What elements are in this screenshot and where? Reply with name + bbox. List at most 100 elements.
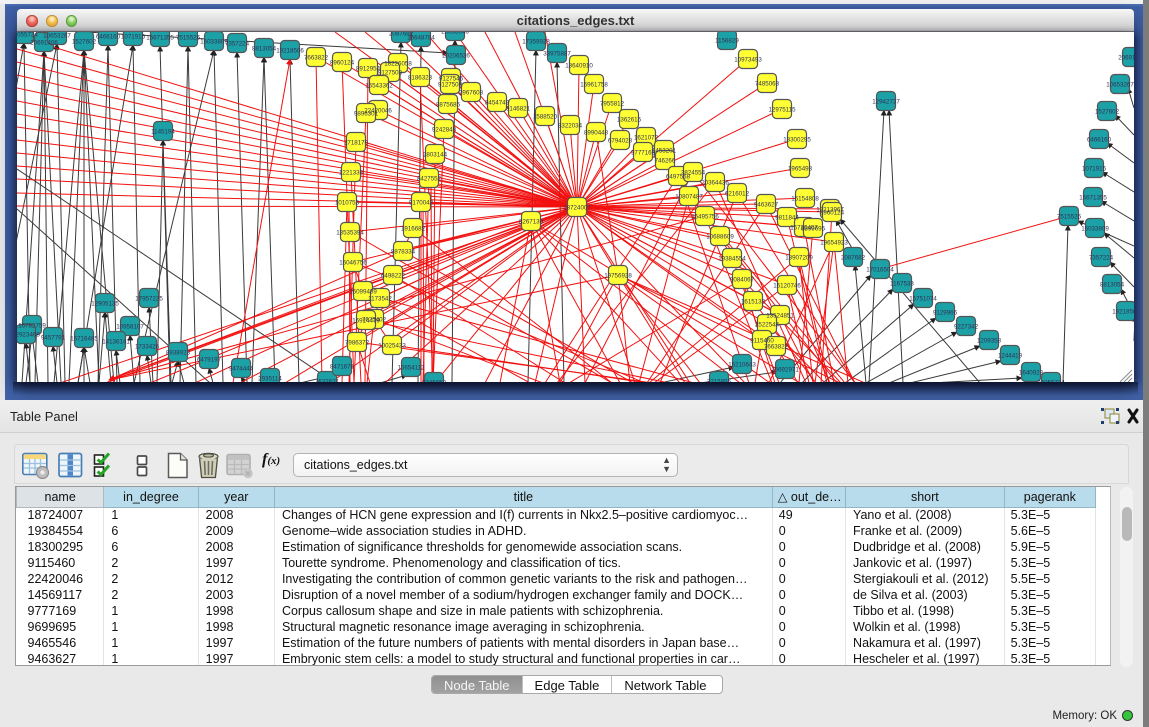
svg-text:19218506: 19218506: [276, 48, 304, 55]
svg-text:9146821: 9146821: [506, 106, 531, 113]
svg-text:1733426: 1733426: [135, 344, 160, 351]
svg-text:2087682: 2087682: [841, 255, 866, 262]
svg-text:16543362: 16543362: [365, 83, 393, 90]
svg-text:8471676: 8471676: [330, 364, 355, 371]
svg-text:8427552: 8427552: [417, 176, 442, 183]
svg-text:8938923: 8938923: [166, 350, 191, 357]
svg-text:1145194: 1145194: [151, 129, 175, 136]
svg-text:16033809: 16033809: [1081, 226, 1109, 233]
svg-text:6498222: 6498222: [381, 273, 406, 280]
svg-text:6466160: 6466160: [96, 34, 121, 41]
svg-text:9084067: 9084067: [730, 277, 755, 284]
svg-text:8878334: 8878334: [391, 249, 416, 256]
svg-text:1362615: 1362615: [617, 117, 642, 124]
svg-text:8186323: 8186323: [408, 75, 433, 82]
svg-text:20691406: 20691406: [30, 40, 58, 47]
svg-text:8813054: 8813054: [1100, 282, 1125, 289]
svg-text:10654112: 10654112: [397, 365, 425, 372]
svg-text:16671355: 16671355: [1079, 195, 1107, 202]
svg-text:17957225: 17957225: [135, 296, 163, 303]
svg-text:8990448: 8990448: [584, 130, 609, 137]
svg-text:12923468: 12923468: [17, 332, 40, 339]
svg-text:10973493: 10973493: [734, 57, 762, 64]
svg-text:2522544: 2522544: [755, 322, 780, 329]
svg-text:16648784: 16648784: [407, 35, 435, 42]
svg-text:9896301: 9896301: [354, 111, 379, 118]
svg-text:7515526: 7515526: [176, 35, 201, 42]
svg-text:12975115: 12975115: [768, 107, 796, 114]
svg-text:1173542: 1173542: [368, 296, 392, 303]
svg-text:9457791: 9457791: [41, 335, 66, 342]
svg-text:18226058: 18226058: [384, 61, 412, 68]
svg-text:19384554: 19384554: [718, 256, 746, 263]
svg-text:20053346: 20053346: [441, 32, 469, 36]
svg-text:7955812: 7955812: [600, 101, 625, 108]
svg-text:1221338: 1221338: [339, 170, 364, 177]
svg-text:15716485: 15716485: [70, 336, 98, 343]
svg-text:17359928: 17359928: [522, 39, 550, 46]
svg-text:33975887: 33975887: [543, 51, 571, 58]
svg-text:1527602: 1527602: [1095, 109, 1120, 116]
svg-text:1010755: 1010755: [335, 200, 360, 207]
svg-text:9127508: 9127508: [438, 82, 463, 89]
svg-text:16154808: 16154808: [791, 196, 819, 203]
svg-text:1640923: 1640923: [1019, 370, 1044, 377]
svg-text:20364436: 20364436: [701, 180, 729, 187]
svg-text:17016504: 17016504: [866, 267, 894, 274]
svg-text:7485063: 7485063: [755, 81, 780, 88]
svg-text:8960124: 8960124: [330, 60, 355, 67]
svg-text:1965493: 1965493: [788, 166, 813, 173]
svg-text:6479197: 6479197: [197, 357, 222, 364]
svg-text:1527602: 1527602: [72, 39, 97, 46]
svg-text:19756928: 19756928: [604, 273, 632, 280]
svg-text:15692971: 15692971: [771, 367, 799, 374]
svg-text:10807487: 10807487: [675, 194, 703, 201]
svg-text:10958107: 10958107: [116, 324, 144, 331]
svg-text:1916682: 1916682: [401, 226, 426, 233]
svg-text:7515526: 7515526: [1057, 214, 1082, 221]
svg-text:6794028: 6794028: [608, 138, 633, 145]
svg-text:9463627: 9463627: [754, 202, 779, 209]
svg-text:13535394: 13535394: [336, 230, 364, 237]
svg-text:1588520: 1588520: [533, 114, 558, 121]
svg-text:18640910: 18640910: [565, 63, 593, 70]
svg-text:1167533: 1167533: [890, 281, 914, 288]
svg-text:15751074: 15751074: [909, 296, 937, 303]
svg-text:7357224: 7357224: [1089, 255, 1114, 262]
svg-text:16210643: 16210643: [728, 362, 756, 369]
svg-text:16046756: 16046756: [339, 260, 367, 267]
svg-text:19654923: 19654923: [820, 240, 848, 247]
svg-text:16914479: 16914479: [352, 318, 380, 325]
svg-text:24055724: 24055724: [17, 32, 38, 39]
svg-text:18300295: 18300295: [783, 137, 811, 144]
svg-text:10653267: 10653267: [43, 33, 71, 40]
svg-text:7357224: 7357224: [225, 41, 250, 48]
svg-text:8875685: 8875685: [436, 102, 461, 109]
svg-text:16120746: 16120746: [773, 283, 801, 290]
svg-text:20206536: 20206536: [442, 53, 470, 60]
svg-text:1071915: 1071915: [1082, 166, 1107, 173]
svg-text:16495756: 16495756: [691, 214, 719, 221]
svg-text:2803144: 2803144: [423, 152, 448, 159]
svg-text:1621072: 1621072: [634, 135, 659, 142]
svg-text:16782759: 16782759: [18, 323, 46, 330]
svg-text:8267130: 8267130: [519, 219, 544, 226]
svg-text:9242848: 9242848: [432, 127, 457, 134]
svg-text:3824554: 3824554: [681, 170, 706, 177]
svg-text:19218506: 19218506: [1112, 309, 1134, 316]
svg-text:7663822: 7663822: [764, 344, 789, 351]
svg-text:8912954: 8912954: [356, 66, 381, 73]
svg-text:16671355: 16671355: [146, 35, 174, 42]
svg-text:10653267: 10653267: [1106, 82, 1134, 89]
svg-text:7663822: 7663822: [304, 55, 329, 62]
svg-text:1453201: 1453201: [652, 148, 677, 155]
svg-text:6466160: 6466160: [1087, 137, 1112, 144]
svg-text:9227342: 9227342: [954, 324, 979, 331]
svg-text:8322034: 8322034: [558, 123, 583, 130]
svg-text:18907209: 18907209: [785, 255, 813, 262]
svg-text:7986372: 7986372: [345, 340, 370, 347]
svg-text:2718170: 2718170: [344, 140, 369, 147]
svg-text:16099489: 16099489: [349, 289, 377, 296]
svg-text:9129966: 9129966: [933, 310, 958, 317]
svg-text:9474444: 9474444: [229, 366, 254, 373]
